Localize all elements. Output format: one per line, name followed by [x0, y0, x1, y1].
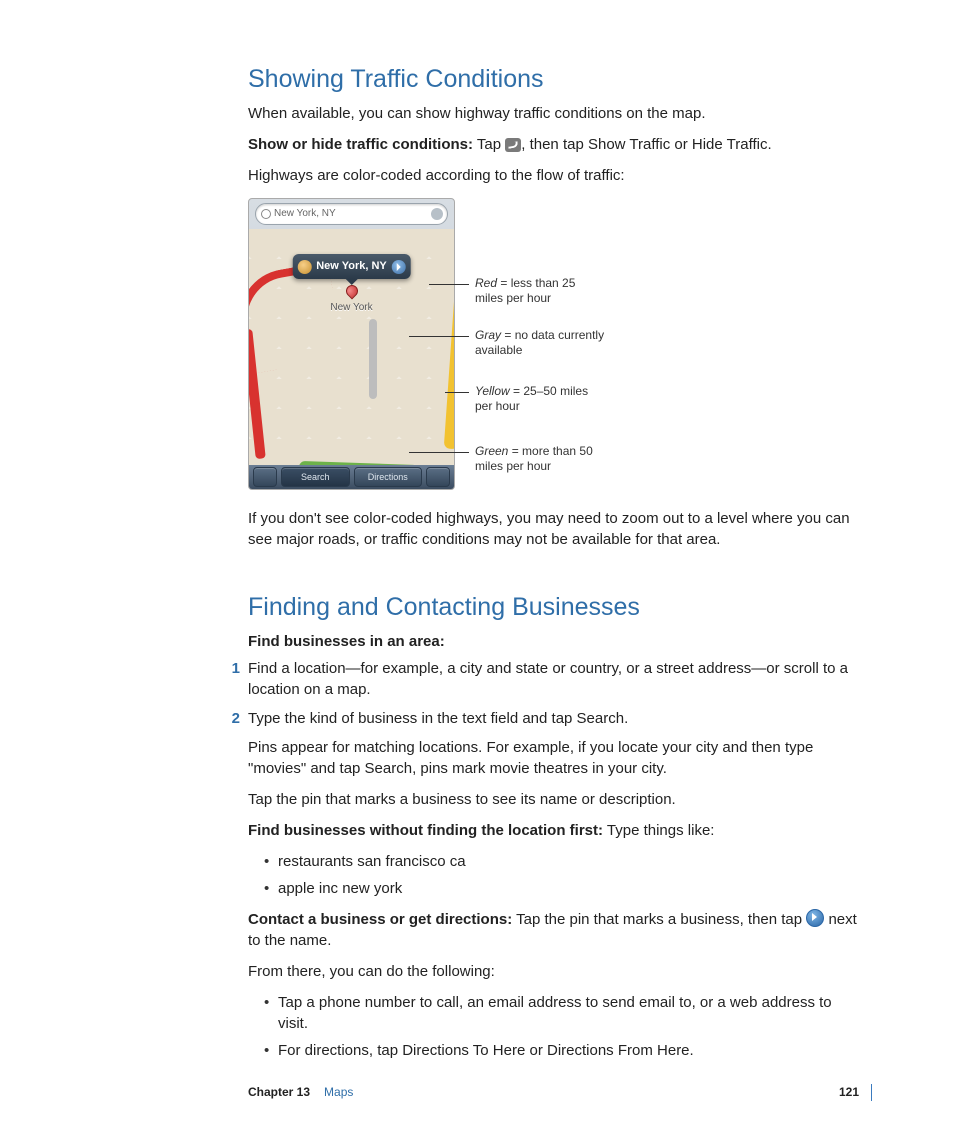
legend-intro: Highways are color-coded according to th… — [248, 165, 864, 186]
from-there-para: From there, you can do the following: — [248, 961, 864, 982]
instr-post: , then tap Show Traffic or Hide Traffic. — [521, 136, 771, 153]
footer-chapter: Chapter 13 — [248, 1084, 310, 1101]
contact-pre: Tap the pin that marks a business, then … — [512, 911, 806, 928]
page-curl-button[interactable] — [426, 467, 450, 487]
anno-red: Red = less than 25 miles per hour — [475, 276, 605, 306]
heading-businesses: Finding and Contacting Businesses — [248, 590, 864, 625]
search-tab[interactable]: Search — [281, 467, 350, 487]
clear-icon[interactable] — [431, 208, 443, 220]
city-label: New York — [330, 301, 372, 315]
instr-pre: Tap — [473, 136, 505, 153]
locate-button[interactable] — [253, 467, 277, 487]
map-search-field[interactable]: New York, NY — [255, 203, 448, 225]
search-value: New York, NY — [274, 208, 336, 219]
action-b: • For directions, tap Directions To Here… — [248, 1040, 864, 1061]
step-1-text: Find a location—for example, a city and … — [248, 658, 864, 700]
example-b: • apple inc new york — [248, 878, 864, 899]
show-hide-instruction: Show or hide traffic conditions: Tap , t… — [248, 134, 864, 155]
step-2: 2 Type the kind of business in the text … — [248, 708, 864, 729]
detail-disclosure-icon — [806, 909, 824, 927]
tap-pin-para: Tap the pin that marks a business to see… — [248, 789, 864, 810]
page-footer: Chapter 13 Maps 121 — [248, 1084, 872, 1101]
leader-line-icon — [409, 452, 469, 453]
directions-tab[interactable]: Directions — [354, 467, 423, 487]
anno-gray: Gray = no data currently available — [475, 328, 615, 358]
step-number: 1 — [220, 658, 240, 700]
example-a: • restaurants san francisco ca — [248, 851, 864, 872]
instr-label: Show or hide traffic conditions: — [248, 136, 473, 153]
step-1: 1 Find a location—for example, a city an… — [248, 658, 864, 700]
streetview-icon[interactable] — [297, 260, 311, 274]
phone-mock: New York, NY New York New York, NY — [248, 198, 455, 490]
leader-line-icon — [409, 336, 469, 337]
callout-label: New York, NY — [316, 260, 387, 272]
section-businesses: Finding and Contacting Businesses Find b… — [248, 590, 864, 1061]
after-figure-para: If you don't see color-coded highways, y… — [248, 508, 864, 550]
find-without-para: Find businesses without finding the loca… — [248, 820, 864, 841]
map-callout[interactable]: New York, NY — [292, 254, 411, 279]
action-a-text: Tap a phone number to call, an email add… — [278, 992, 864, 1034]
bullet-icon: • — [264, 851, 278, 872]
subhead-find: Find businesses in an area: — [248, 631, 864, 652]
action-b-text: For directions, tap Directions To Here o… — [278, 1040, 694, 1061]
bullet-icon: • — [264, 1040, 278, 1061]
anno-yellow-label: Yellow — [475, 384, 510, 398]
bullet-icon: • — [264, 992, 278, 1034]
example-a-text: restaurants san francisco ca — [278, 851, 466, 872]
page: Showing Traffic Conditions When availabl… — [0, 0, 954, 1145]
bullet-icon: • — [264, 878, 278, 899]
contact-label: Contact a business or get directions: — [248, 911, 512, 928]
step-2-text: Type the kind of business in the text fi… — [248, 708, 628, 729]
step-number: 2 — [220, 708, 240, 729]
example-b-text: apple inc new york — [278, 878, 402, 899]
pins-para: Pins appear for matching locations. For … — [248, 737, 864, 779]
detail-disclosure-icon[interactable] — [392, 260, 406, 274]
anno-gray-label: Gray — [475, 328, 501, 342]
traffic-figure: New York, NY New York New York, NY — [248, 198, 864, 490]
map-canvas[interactable]: New York New York, NY — [249, 229, 454, 465]
find-without-text: Type things like: — [603, 822, 714, 839]
anno-yellow: Yellow = 25–50 miles per hour — [475, 384, 605, 414]
action-a: • Tap a phone number to call, an email a… — [248, 992, 864, 1034]
leader-line-icon — [445, 392, 469, 393]
traffic-gray-icon — [369, 319, 377, 399]
anno-red-label: Red — [475, 276, 497, 290]
find-without-label: Find businesses without finding the loca… — [248, 822, 603, 839]
page-curl-icon — [505, 138, 521, 152]
anno-green-label: Green — [475, 444, 508, 458]
map-toolbar: Search Directions — [249, 465, 454, 489]
traffic-yellow-icon — [444, 269, 454, 450]
heading-traffic: Showing Traffic Conditions — [248, 62, 864, 97]
contact-para: Contact a business or get directions: Ta… — [248, 909, 864, 951]
figure-annotations: Red = less than 25 miles per hour Gray =… — [455, 198, 864, 490]
footer-page-number: 121 — [827, 1084, 859, 1101]
anno-green: Green = more than 50 miles per hour — [475, 444, 615, 474]
leader-line-icon — [429, 284, 469, 285]
intro-para: When available, you can show highway tra… — [248, 103, 864, 124]
footer-section: Maps — [324, 1084, 353, 1101]
